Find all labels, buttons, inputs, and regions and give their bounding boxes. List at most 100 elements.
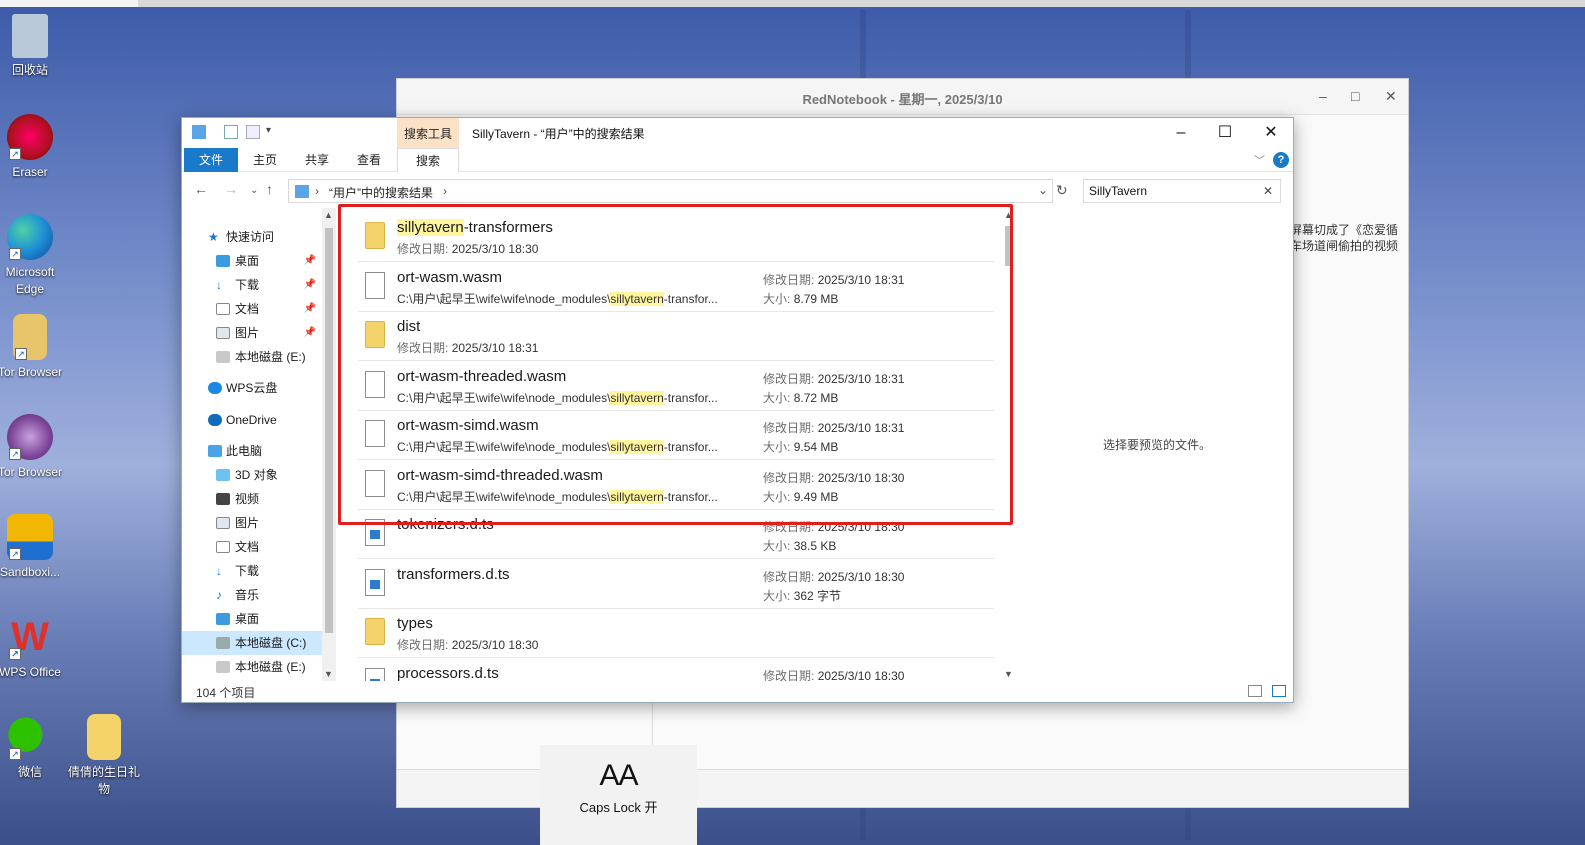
cube-icon <box>216 469 230 481</box>
desktop-icon-birthday-folder[interactable]: 倩倩的生日礼物 <box>68 714 140 798</box>
folder-icon <box>365 321 385 348</box>
scroll-up-icon[interactable]: ▲ <box>324 210 333 220</box>
nav-disk-e[interactable]: 本地磁盘 (E:) <box>182 345 322 369</box>
maximize-icon[interactable]: □ <box>1351 88 1359 104</box>
nav-downloads-pc[interactable]: ↓ 下载 <box>182 559 322 583</box>
film-icon <box>216 493 230 505</box>
maximize-button[interactable]: ☐ <box>1202 121 1248 145</box>
nav-desktop[interactable]: 桌面 📌 <box>182 249 322 273</box>
properties-icon[interactable] <box>224 125 238 139</box>
desktop-icon-wps-office[interactable]: W ↗ WPS Office <box>0 614 66 681</box>
navigation-pane: ★ 快速访问 桌面 📌 ↓ 下载 📌 文档 📌 图片 📌 本地磁盘 (E:) WPS云盘 O… <box>182 208 322 681</box>
breadcrumb-separator-icon: › <box>315 184 319 198</box>
nav-pictures-pc[interactable]: 图片 <box>182 511 322 535</box>
nav-desktop-pc[interactable]: 桌面 <box>182 607 322 631</box>
nav-pictures[interactable]: 图片 📌 <box>182 321 322 345</box>
list-item[interactable]: types 修改日期: 2025/3/10 18:30 <box>358 609 994 658</box>
tab-view[interactable]: 查看 <box>348 148 390 172</box>
search-tools-context-tab: 搜索工具 <box>397 118 459 148</box>
back-arrow-icon[interactable]: ← <box>194 181 208 197</box>
desktop-icon-tor-browser[interactable]: ↗ Tor Browser <box>0 414 66 481</box>
list-item[interactable]: tokenizers.d.ts 修改日期: 2025/3/10 18:30 大小… <box>358 510 994 559</box>
nav-videos[interactable]: 视频 <box>182 487 322 511</box>
up-arrow-icon[interactable]: ↑ <box>266 181 273 197</box>
list-item[interactable]: ort-wasm.wasm C:\用户\起早王\wife\wife\node_m… <box>358 263 994 312</box>
large-icons-view-icon[interactable] <box>1272 685 1286 697</box>
pin-icon[interactable]: 📌 <box>304 321 316 345</box>
desktop-icon-edge[interactable]: ↗ Microsoft Edge <box>0 214 66 298</box>
top-strip <box>0 0 1585 7</box>
tab-file[interactable]: 文件 <box>184 148 238 172</box>
list-item[interactable]: processors.d.ts 修改日期: 2025/3/10 18:30 <box>358 659 994 681</box>
recent-locations-icon[interactable]: ⌄ <box>250 185 258 196</box>
drive-icon <box>216 351 230 363</box>
clear-search-icon[interactable]: ✕ <box>1263 184 1273 198</box>
nav-music[interactable]: ♪ 音乐 <box>182 583 322 607</box>
drive-icon <box>216 661 230 673</box>
new-folder-icon[interactable] <box>246 125 260 139</box>
file-list-scrollbar[interactable]: ▲ ▼ <box>1000 208 1018 681</box>
list-item[interactable]: sillytavern-transformers 修改日期: 2025/3/10… <box>358 213 994 262</box>
refresh-icon[interactable]: ↻ <box>1056 182 1068 199</box>
search-results-icon <box>295 185 309 198</box>
quick-access-dropdown-icon[interactable]: ▾ <box>266 125 280 139</box>
minimize-icon[interactable]: – <box>1319 88 1327 104</box>
desktop-icon-tor-folder[interactable]: ↗ Tor Browser <box>0 314 66 381</box>
pin-icon[interactable]: 📌 <box>304 273 316 297</box>
desktop-icon-recycle-bin[interactable]: 回收站 <box>0 14 66 79</box>
details-view-icon[interactable] <box>1248 685 1262 697</box>
list-item[interactable]: transformers.d.ts 修改日期: 2025/3/10 18:30 … <box>358 560 994 609</box>
item-count: 104 个项目 <box>196 686 256 700</box>
nav-disk-e-pc[interactable]: 本地磁盘 (E:) <box>182 655 322 679</box>
scroll-down-icon[interactable]: ▼ <box>324 669 333 679</box>
scrollbar-thumb[interactable] <box>1005 226 1013 266</box>
breadcrumb[interactable]: “用户”中的搜索结果 <box>329 184 433 201</box>
chevron-down-icon[interactable]: ⌄ <box>1038 183 1048 197</box>
ribbon-expand-icon[interactable]: ﹀ <box>1254 152 1265 168</box>
nav-downloads[interactable]: ↓ 下载 📌 <box>182 273 322 297</box>
nav-documents[interactable]: 文档 📌 <box>182 297 322 321</box>
status-bar: 104 个项目 <box>182 680 1293 702</box>
onedrive-icon <box>208 414 222 426</box>
forward-arrow-icon[interactable]: → <box>224 181 238 197</box>
help-icon[interactable]: ? <box>1273 152 1289 168</box>
rednotebook-entry-text[interactable]: 屏幕切成了《恋爱循 车场道闸偷拍的视频 <box>1290 222 1408 254</box>
pin-icon[interactable]: 📌 <box>304 297 316 321</box>
pictures-icon <box>216 327 230 339</box>
list-item[interactable]: ort-wasm-simd.wasm C:\用户\起早王\wife\wife\n… <box>358 411 994 460</box>
file-list: sillytavern-transformers 修改日期: 2025/3/10… <box>358 208 998 681</box>
scrollbar-thumb[interactable] <box>325 228 333 633</box>
list-item[interactable]: ort-wasm-threaded.wasm C:\用户\起早王\wife\wi… <box>358 362 994 411</box>
address-bar[interactable]: › “用户”中的搜索结果 › ⌄ <box>288 179 1053 203</box>
scroll-up-icon[interactable]: ▲ <box>1004 210 1013 220</box>
nav-3d-objects[interactable]: 3D 对象 <box>182 463 322 487</box>
minimize-button[interactable]: – <box>1158 121 1204 145</box>
desktop-icon-eraser[interactable]: ↗ Eraser <box>0 114 66 181</box>
rednotebook-titlebar: RedNotebook - 星期一, 2025/3/10 – □ ✕ <box>397 79 1408 115</box>
tab-home[interactable]: 主页 <box>244 148 286 172</box>
scroll-down-icon[interactable]: ▼ <box>1004 669 1013 679</box>
list-item[interactable]: ort-wasm-simd-threaded.wasm C:\用户\起早王\wi… <box>358 461 994 510</box>
search-input[interactable] <box>1084 180 1254 202</box>
breadcrumb-separator-icon[interactable]: › <box>443 184 447 198</box>
nav-scrollbar[interactable]: ▲ ▼ <box>322 208 336 681</box>
close-button[interactable]: ✕ <box>1248 121 1294 145</box>
nav-wps-cloud[interactable]: WPS云盘 <box>182 376 322 400</box>
tab-search[interactable]: 搜索 <box>397 148 459 172</box>
nav-this-pc[interactable]: 此电脑 <box>182 439 322 463</box>
preview-pane: 选择要预览的文件。 <box>1022 208 1292 681</box>
list-item[interactable]: dist 修改日期: 2025/3/10 18:31 <box>358 312 994 361</box>
close-icon[interactable]: ✕ <box>1385 88 1397 105</box>
desktop-icon-sandboxie[interactable]: ↗ Sandboxi... <box>0 514 66 581</box>
nav-documents-pc[interactable]: 文档 <box>182 535 322 559</box>
pin-icon[interactable]: 📌 <box>304 249 316 273</box>
nav-quick-access[interactable]: ★ 快速访问 <box>182 225 322 249</box>
typescript-file-icon <box>365 519 385 546</box>
tab-share[interactable]: 共享 <box>296 148 338 172</box>
nav-onedrive[interactable]: OneDrive <box>182 408 322 432</box>
search-box[interactable]: ✕ <box>1083 179 1281 203</box>
edge-icon: ↗ <box>7 214 53 260</box>
desktop-icon-wechat[interactable]: ↗ 微信 <box>0 714 66 781</box>
nav-disk-c[interactable]: 本地磁盘 (C:) <box>182 631 322 655</box>
document-icon <box>216 303 230 315</box>
